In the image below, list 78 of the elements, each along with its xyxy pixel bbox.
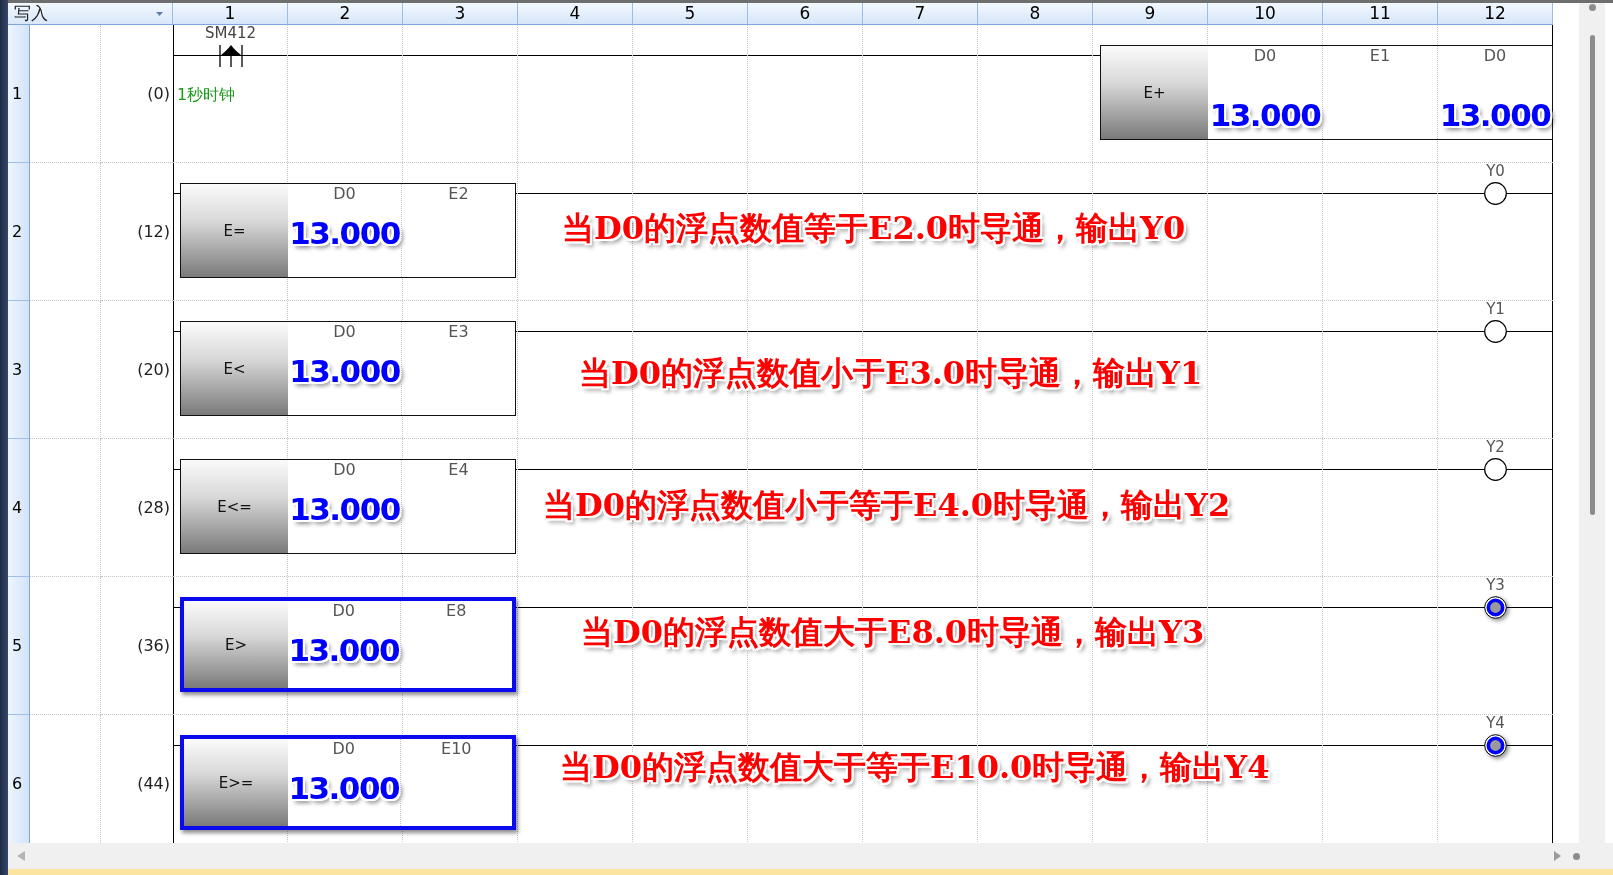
- row-header[interactable]: 2: [8, 163, 30, 301]
- column-header: 3: [403, 3, 518, 25]
- caret-icon: [156, 11, 163, 16]
- annotation-text: 当D0的浮点数值大于等于E10.0时导通，输出Y4: [560, 747, 1270, 787]
- device-label: E3: [448, 323, 469, 341]
- column-header: 2: [288, 3, 403, 25]
- column-header: 11: [1323, 3, 1438, 25]
- function-block[interactable]: E+ D0 13.000 E1 D0 13.000: [1100, 45, 1553, 140]
- instruction-name: E=: [181, 184, 288, 277]
- column-header: 1: [173, 3, 288, 25]
- device-label: D0: [1253, 47, 1277, 65]
- function-block[interactable]: E= D0 13.000 E2: [180, 183, 516, 278]
- step-number: (0): [147, 84, 170, 103]
- scrollbar-thumb[interactable]: [1589, 35, 1595, 515]
- step-number: (44): [137, 774, 170, 793]
- column-header: 12: [1438, 3, 1553, 25]
- row-header[interactable]: 6: [8, 715, 30, 843]
- instruction-name: E<=: [181, 460, 288, 553]
- device-label: D0: [333, 185, 356, 203]
- column-header: 8: [978, 3, 1093, 25]
- monitor-value: 13.000: [1209, 98, 1321, 132]
- monitor-value: 13.000: [289, 492, 400, 526]
- instruction-name: E>=: [184, 739, 288, 826]
- monitor-value: 13.000: [288, 633, 400, 667]
- coil-label: Y2: [1486, 439, 1505, 456]
- horizontal-scrollbar[interactable]: [8, 843, 1613, 869]
- column-header: 7: [863, 3, 978, 25]
- left-arrow-icon[interactable]: [17, 851, 25, 861]
- right-arrow-icon[interactable]: [1554, 851, 1561, 861]
- step-number: (20): [137, 360, 170, 379]
- instruction-name: E+: [1101, 46, 1208, 139]
- device-label: D0: [1483, 47, 1507, 65]
- device-label: E10: [441, 740, 472, 758]
- coil-label: Y1: [1486, 301, 1505, 318]
- function-block[interactable]: E> D0 13.000 E8: [180, 597, 516, 692]
- step-number: (36): [137, 636, 170, 655]
- coil-label: Y4: [1486, 715, 1505, 732]
- row-header[interactable]: 4: [8, 439, 30, 577]
- instruction-name: E<: [181, 322, 288, 415]
- column-header: 4: [518, 3, 633, 25]
- coil-label: Y0: [1486, 163, 1505, 180]
- device-label: D0: [332, 740, 355, 758]
- rising-edge-contact-icon: [218, 45, 243, 67]
- device-label: E1: [1369, 47, 1391, 65]
- device-label: E4: [448, 461, 469, 479]
- dot-icon: [1588, 4, 1596, 11]
- dot-icon: [1573, 852, 1580, 860]
- mode-dropdown[interactable]: 写入: [8, 3, 173, 25]
- row-header[interactable]: 1: [8, 25, 30, 163]
- annotation-text: 当D0的浮点数值大于E8.0时导通，输出Y3: [581, 612, 1205, 652]
- device-label: E2: [448, 185, 469, 203]
- device-label: D0: [333, 323, 356, 341]
- function-block[interactable]: E< D0 13.000 E3: [180, 321, 516, 416]
- column-header: 6: [748, 3, 863, 25]
- monitor-value: 13.000: [288, 771, 400, 805]
- step-number: (12): [137, 222, 170, 241]
- row-header[interactable]: 5: [8, 577, 30, 715]
- function-block[interactable]: E<= D0 13.000 E4: [180, 459, 516, 554]
- monitor-value: 13.000: [289, 216, 400, 250]
- annotation-text: 当D0的浮点数值等于E2.0时导通，输出Y0: [562, 208, 1186, 248]
- row-header[interactable]: 3: [8, 301, 30, 439]
- device-comment: 1秒时钟: [177, 85, 236, 104]
- device-label: E8: [446, 602, 467, 620]
- device-label: D0: [332, 602, 355, 620]
- function-block[interactable]: E>= D0 13.000 E10: [180, 735, 516, 830]
- device-label: D0: [333, 461, 356, 479]
- annotation-text: 当D0的浮点数值小于等于E4.0时导通，输出Y2: [543, 485, 1231, 525]
- coil-label: Y3: [1486, 577, 1505, 594]
- column-header: 9: [1093, 3, 1208, 25]
- annotation-text: 当D0的浮点数值小于E3.0时导通，输出Y1: [579, 353, 1203, 393]
- monitor-value: 13.000: [1439, 98, 1551, 132]
- vertical-scrollbar[interactable]: [1579, 3, 1605, 843]
- step-number: (28): [137, 498, 170, 517]
- monitor-value: 13.000: [289, 354, 400, 388]
- contact-label: SM412: [204, 25, 257, 42]
- instruction-name: E>: [184, 601, 288, 688]
- column-header: 10: [1208, 3, 1323, 25]
- column-header: 5: [633, 3, 748, 25]
